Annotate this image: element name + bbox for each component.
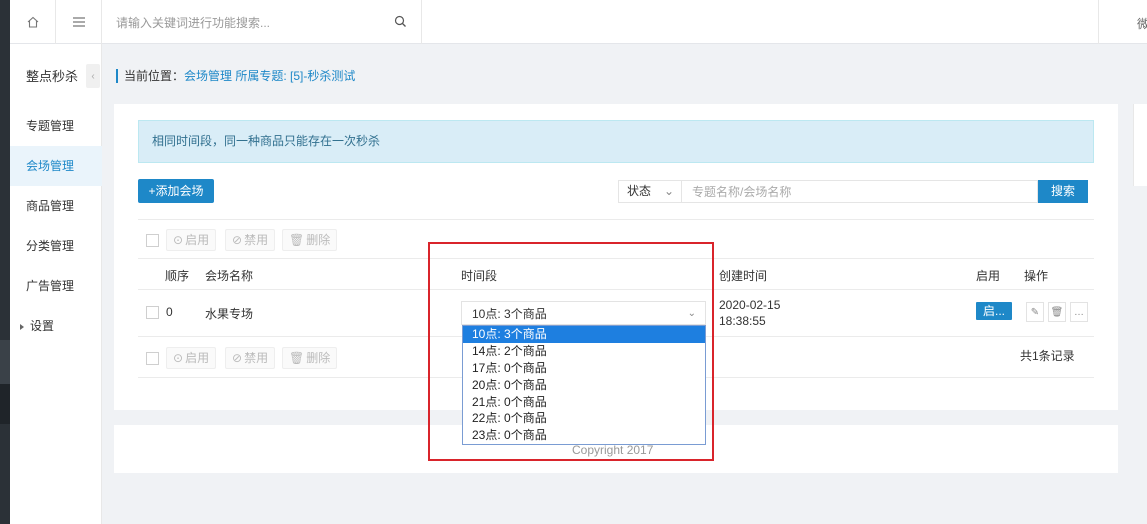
col-header-order: 顺序 <box>165 269 190 283</box>
sidebar-item-categories[interactable]: 分类管理 <box>10 226 102 266</box>
sidebar-title: 整点秒杀 <box>26 69 79 84</box>
sidebar-item-label: 分类管理 <box>26 239 75 253</box>
bulk-delete-button-bottom[interactable]: 🗑 删除 <box>282 347 338 369</box>
time-option[interactable]: 23点: 0个商品 <box>463 427 705 444</box>
home-button[interactable] <box>10 0 56 44</box>
sidebar-item-label: 设置 <box>30 319 55 333</box>
home-icon <box>27 16 38 28</box>
sidebar-item-ads[interactable]: 广告管理 <box>10 266 102 306</box>
divider <box>138 289 1094 290</box>
time-slot-value: 10点: 3个商品 <box>472 307 547 321</box>
status-select[interactable]: 状态 ⌄ <box>618 180 682 203</box>
chevron-down-icon: ⌄ <box>687 308 696 319</box>
ban-icon: ⊘ <box>232 233 243 247</box>
bulk-enable-label: 启用 <box>185 351 210 365</box>
breadcrumb-link[interactable]: 会场管理 所属专题: [5]-秒杀测试 <box>184 69 355 83</box>
sidebar-item-label: 商品管理 <box>26 199 75 213</box>
add-venue-button[interactable]: +添加会场 <box>138 179 214 203</box>
edit-button[interactable]: ✎ <box>1026 302 1044 322</box>
time-option[interactable]: 21点: 0个商品 <box>463 394 705 411</box>
breadcrumb-prefix: 当前位置： <box>124 69 185 83</box>
bulk-disable-button-bottom[interactable]: ⊘ 禁用 <box>225 347 276 369</box>
col-header-ops: 操作 <box>1024 269 1049 283</box>
bulk-disable-label: 禁用 <box>244 233 269 247</box>
sidebar-item-label: 会场管理 <box>26 159 75 173</box>
col-header-enabled: 启用 <box>976 269 1001 283</box>
top-right-label[interactable]: 微 <box>1137 15 1147 32</box>
chevron-left-icon: ‹ <box>91 70 95 82</box>
sidebar-item-venues[interactable]: 会场管理 <box>10 146 102 186</box>
rail-shade <box>0 384 10 424</box>
trash-icon: 🗑 <box>289 233 305 247</box>
rail-shade <box>0 340 10 384</box>
top-bar: 微 <box>10 0 1147 44</box>
right-edge-panel <box>1133 104 1147 186</box>
bulk-disable-label: 禁用 <box>244 351 269 365</box>
ban-icon: ⊘ <box>232 351 243 365</box>
sidebar: 整点秒杀 ‹ 专题管理 会场管理 商品管理 分类管理 广告管理 设置 <box>10 44 102 524</box>
select-all-checkbox[interactable] <box>146 234 159 247</box>
bulk-disable-button[interactable]: ⊘ 禁用 <box>225 229 276 251</box>
col-header-created: 创建时间 <box>719 269 768 283</box>
bulk-delete-label: 删除 <box>306 233 331 247</box>
pencil-icon: ✎ <box>1030 306 1040 318</box>
row-order: 0 <box>166 305 173 319</box>
divider <box>138 219 1094 220</box>
row-created-time: 18:38:55 <box>719 314 766 328</box>
check-circle-icon: ⊙ <box>173 233 184 247</box>
bulk-enable-label: 启用 <box>185 233 210 247</box>
time-option[interactable]: 10点: 3个商品 <box>463 326 705 343</box>
breadcrumb: 当前位置：会场管理 所属专题: [5]-秒杀测试 <box>116 69 355 83</box>
hamburger-icon <box>72 17 85 27</box>
row-name: 水果专场 <box>205 307 254 321</box>
sidebar-item-products[interactable]: 商品管理 <box>10 186 102 226</box>
sidebar-item-label: 专题管理 <box>26 119 75 133</box>
check-circle-icon: ⊙ <box>173 351 184 365</box>
bulk-enable-button[interactable]: ⊙ 启用 <box>166 229 217 251</box>
trash-icon: 🗑 <box>1050 306 1064 318</box>
status-select-value: 状态 <box>627 184 652 198</box>
keyword-input[interactable] <box>682 181 1037 202</box>
function-search <box>102 0 422 44</box>
bulk-delete-label: 删除 <box>306 351 331 365</box>
top-divider <box>1098 0 1099 44</box>
sidebar-item-settings[interactable]: 设置 <box>10 306 102 346</box>
sidebar-item-label: 广告管理 <box>26 279 75 293</box>
search-button[interactable]: 搜索 <box>1038 180 1088 203</box>
time-option[interactable]: 14点: 2个商品 <box>463 343 705 360</box>
time-slot-select[interactable]: 10点: 3个商品 ⌄ <box>461 301 706 325</box>
keyword-field <box>682 180 1038 203</box>
copyright: Copyright 2017 <box>572 443 654 457</box>
enable-toggle-button[interactable]: 启... <box>976 302 1012 320</box>
row-created-date: 2020-02-15 <box>719 298 781 312</box>
more-button[interactable]: … <box>1070 302 1088 322</box>
caret-right-icon <box>20 323 24 330</box>
time-option[interactable]: 17点: 0个商品 <box>463 360 705 377</box>
delete-button[interactable]: 🗑 <box>1048 302 1066 322</box>
row-checkbox[interactable] <box>146 306 159 319</box>
divider <box>138 258 1094 259</box>
left-rail <box>0 0 10 524</box>
menu-toggle-button[interactable] <box>56 0 102 44</box>
chevron-down-icon: ⌄ <box>663 184 674 198</box>
row-created: 2020-02-15 18:38:55 <box>719 297 780 329</box>
time-option[interactable]: 20点: 0个商品 <box>463 377 705 394</box>
bulk-enable-button-bottom[interactable]: ⊙ 启用 <box>166 347 217 369</box>
function-search-input[interactable] <box>116 14 386 32</box>
select-all-checkbox-bottom[interactable] <box>146 352 159 365</box>
time-option[interactable]: 22点: 0个商品 <box>463 410 705 427</box>
trash-icon: 🗑 <box>289 351 305 365</box>
record-count: 共1条记录 <box>1020 349 1075 363</box>
ellipsis-icon: … <box>1074 306 1084 318</box>
time-slot-dropdown: 10点: 3个商品 14点: 2个商品 17点: 0个商品 20点: 0个商品 … <box>462 325 706 445</box>
sidebar-collapse-button[interactable]: ‹ <box>86 64 100 88</box>
notice-banner: 相同时间段，同一种商品只能存在一次秒杀 <box>138 120 1094 163</box>
search-icon[interactable] <box>394 15 407 28</box>
col-header-time: 时间段 <box>461 269 498 283</box>
col-header-name: 会场名称 <box>205 269 254 283</box>
bulk-delete-button[interactable]: 🗑 删除 <box>282 229 338 251</box>
sidebar-item-topics[interactable]: 专题管理 <box>10 106 102 146</box>
